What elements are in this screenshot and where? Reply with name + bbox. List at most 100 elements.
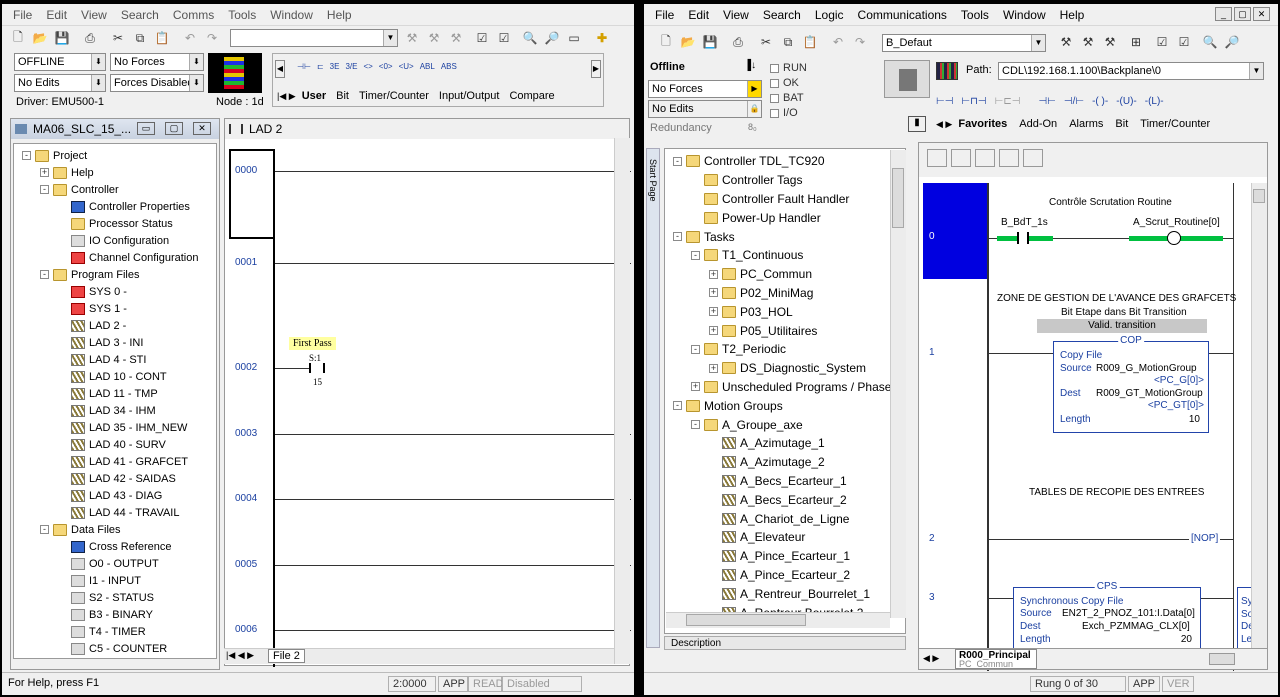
tree-item[interactable]: SYS 0 - [58, 283, 127, 300]
open-icon[interactable]: 📂 [30, 28, 50, 48]
forces-status[interactable]: No Forces ▶ [648, 80, 762, 98]
start-page-strip[interactable]: Start Page [646, 148, 660, 648]
tab-r000-principal[interactable]: R000_Principal PC_Commun [955, 649, 1037, 669]
zoom-out-icon[interactable]: 🔎 [1222, 32, 1242, 52]
ote-icon[interactable]: -( )- [1092, 96, 1108, 107]
edit-tool-3-icon[interactable] [975, 149, 995, 167]
tree-item[interactable]: LAD 11 - TMP [58, 385, 158, 402]
tree-item[interactable]: LAD 4 - STI [58, 351, 146, 368]
tree-item[interactable]: A_Elevateur [709, 528, 805, 547]
palette-instr-8-icon[interactable]: ABS [441, 62, 457, 71]
tree-item[interactable]: - Controller TDL_TC920 [673, 152, 825, 171]
cut-icon[interactable]: ✂ [108, 28, 128, 48]
rung-number[interactable]: 0005 [235, 559, 257, 570]
palette-left-icon[interactable]: ◀ [275, 60, 285, 78]
minimize-icon[interactable]: ▭ [137, 122, 155, 135]
rung-number[interactable]: 3 [929, 592, 935, 603]
tree-item[interactable]: - T1_Continuous [691, 246, 803, 265]
cps-instruction[interactable]: CPS Synchronous Copy File Source EN2T_2_… [1013, 581, 1201, 649]
collapse-icon[interactable]: - [40, 525, 49, 534]
tree-item[interactable]: + Help [40, 164, 94, 181]
verify-controller-icon[interactable]: ☑ [1174, 32, 1194, 52]
tree-item[interactable]: A_Becs_Ecarteur_1 [709, 472, 847, 491]
palette-instr-2-icon[interactable]: 3E [330, 62, 340, 71]
restore-icon[interactable]: ▢ [165, 122, 183, 135]
expand-icon[interactable]: + [709, 363, 718, 373]
tree-item[interactable]: A_Chariot_de_Ligne [709, 509, 849, 528]
rung-number[interactable]: 0001 [235, 257, 257, 268]
find-all-icon[interactable]: ⚒ [1078, 32, 1098, 52]
zoom-out-icon[interactable]: 🔎 [542, 28, 562, 48]
routine-combo[interactable]: B_Defaut ▼ [882, 34, 1046, 52]
palette-tab-timer-counter[interactable]: Timer/Counter [1140, 118, 1210, 130]
expand-icon[interactable]: + [709, 269, 718, 279]
forces-combo[interactable]: No Forces ⬇ [110, 53, 204, 71]
palette-tab-user[interactable]: User [302, 90, 326, 102]
find-icon[interactable]: ⚒ [1056, 32, 1076, 52]
tree-item[interactable]: - Tasks [673, 227, 735, 246]
edits-combo[interactable]: No Edits ⬇ [14, 74, 106, 92]
edit-tool-4-icon[interactable] [999, 149, 1019, 167]
menu-file[interactable]: File [648, 8, 681, 22]
menu-search[interactable]: Search [114, 8, 166, 22]
palette-instr-5-icon[interactable]: <0> [379, 62, 393, 71]
collapse-icon[interactable]: - [22, 151, 31, 160]
ladder-hscroll[interactable]: |◀ ◀ ▶ File 2 [224, 648, 614, 664]
rung-number[interactable]: 0003 [235, 428, 257, 439]
tool-a-icon[interactable]: ⚒ [402, 28, 422, 48]
tree-item[interactable]: Channel Configuration [58, 249, 198, 266]
rung0-coil[interactable] [1167, 231, 1181, 245]
tree-item[interactable]: S2 - STATUS [58, 589, 154, 606]
collapse-icon[interactable]: - [673, 156, 682, 166]
tree-item[interactable]: O0 - OUTPUT [58, 555, 159, 572]
properties-icon[interactable]: ⊞ [1126, 32, 1146, 52]
tree-item[interactable]: LAD 10 - CONT [58, 368, 167, 385]
tool-b-icon[interactable]: ⚒ [424, 28, 444, 48]
tree-item[interactable]: I1 - INPUT [58, 572, 141, 589]
close-icon[interactable]: ✕ [1253, 7, 1270, 21]
rung-number[interactable]: 0004 [235, 493, 257, 504]
collapse-icon[interactable]: - [691, 250, 700, 260]
zoom-in-icon[interactable]: 🔍 [520, 28, 540, 48]
palette-tab-favorites[interactable]: Favorites [958, 118, 1007, 130]
palette-tab-input-output[interactable]: Input/Output [439, 90, 500, 102]
collapse-icon[interactable]: - [40, 185, 49, 194]
redo-icon[interactable]: ↷ [850, 32, 870, 52]
nop-instruction[interactable]: [NOP] [1189, 533, 1221, 544]
tree-item[interactable]: - Data Files [40, 521, 121, 538]
collapse-icon[interactable]: - [673, 232, 682, 242]
window-icon[interactable]: ▭ [564, 28, 584, 48]
menu-tools[interactable]: Tools [954, 8, 996, 22]
add-icon[interactable]: ✚ [592, 28, 612, 48]
otu-icon[interactable]: -(U)- [1116, 96, 1137, 107]
tree-item[interactable]: - Program Files [40, 266, 139, 283]
rung-number[interactable]: 0000 [235, 165, 257, 176]
edits-status[interactable]: No Edits 🔒 [648, 100, 762, 118]
tree-item[interactable]: A_Pince_Ecarteur_2 [709, 566, 850, 585]
mode-combo[interactable]: OFFLINE ⬇ [14, 53, 106, 71]
palette-tab-alarms[interactable]: Alarms [1069, 118, 1103, 130]
xic-icon[interactable]: ⊣⊢ [1038, 96, 1055, 107]
tool-c-icon[interactable]: ⚒ [446, 28, 466, 48]
rung-number[interactable]: 0006 [235, 624, 257, 635]
copy-icon[interactable]: ⧉ [778, 32, 798, 52]
xic-contact[interactable] [309, 363, 325, 373]
rung-number[interactable]: 0002 [235, 362, 257, 373]
otl-icon[interactable]: -(L)- [1145, 96, 1164, 107]
expand-icon[interactable]: + [709, 326, 718, 336]
edit-tool-5-icon[interactable] [1023, 149, 1043, 167]
tree-item[interactable]: LAD 35 - IHM_NEW [58, 419, 187, 436]
tree-item[interactable]: LAD 44 - TRAVAIL [58, 504, 179, 521]
undo-icon[interactable]: ↶ [828, 32, 848, 52]
organizer-vscroll[interactable] [890, 150, 906, 618]
edit-tool-2-icon[interactable] [951, 149, 971, 167]
tree-item[interactable]: - T2_Periodic [691, 340, 786, 359]
palette-tab-add-on[interactable]: Add-On [1019, 118, 1057, 130]
menu-communications[interactable]: Communications [851, 8, 954, 22]
tree-item[interactable]: - Controller [40, 181, 119, 198]
tree-item[interactable]: A_Azimutage_1 [709, 434, 825, 453]
menu-edit[interactable]: Edit [681, 8, 716, 22]
tree-item[interactable]: A_Becs_Ecarteur_2 [709, 490, 847, 509]
cut-icon[interactable]: ✂ [756, 32, 776, 52]
rung-number[interactable]: 2 [929, 533, 935, 544]
